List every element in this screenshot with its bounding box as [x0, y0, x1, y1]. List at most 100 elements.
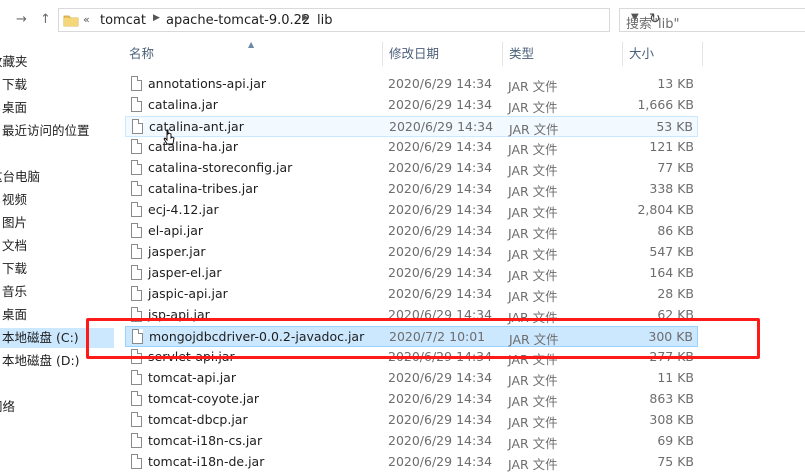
file-type: JAR 文件 — [509, 122, 559, 137]
file-size: 121 KB — [649, 139, 694, 154]
file-row[interactable]: tomcat-i18n-de.jar 2020/6/29 14:34 JAR 文件 7… — [125, 452, 698, 473]
breadcrumb-lib[interactable]: lib — [317, 13, 332, 28]
nav-recent[interactable]: 最近访问的位置 — [2, 121, 90, 141]
forward-arrow-icon[interactable]: → — [16, 12, 27, 27]
mouse-cursor-icon — [163, 129, 175, 150]
file-row[interactable]: ecj-4.12.jar 2020/6/29 14:34 JAR 文件 2,804 K… — [125, 200, 698, 221]
nav-music[interactable]: 音乐 — [2, 282, 27, 302]
file-name: annotations-api.jar — [148, 76, 266, 91]
file-row[interactable]: catalina-tribes.jar 2020/6/29 14:34 JAR 文件… — [125, 179, 698, 200]
file-type: JAR 文件 — [508, 415, 558, 430]
file-date: 2020/6/29 14:34 — [388, 223, 493, 238]
file-date: 2020/6/29 14:34 — [388, 265, 493, 280]
file-name: catalina-ha.jar — [148, 139, 238, 154]
file-row[interactable]: jaspic-api.jar 2020/6/29 14:34 JAR 文件 28 KB — [125, 284, 698, 305]
file-size: 164 KB — [649, 265, 694, 280]
file-icon — [131, 244, 142, 259]
file-size: 11 KB — [657, 370, 694, 385]
column-header-date[interactable]: 修改日期 — [384, 42, 503, 66]
file-row[interactable]: catalina-ant.jar 2020/6/29 14:34 JAR 文件 53 … — [125, 116, 698, 137]
nav-network[interactable]: 网络 — [0, 397, 15, 417]
breadcrumb-tomcat[interactable]: tomcat — [100, 13, 146, 28]
file-type: JAR 文件 — [508, 100, 558, 115]
file-size: 863 KB — [649, 391, 694, 406]
column-header-size[interactable]: 大小 — [624, 42, 703, 66]
nav-documents[interactable]: 文档 — [2, 236, 27, 256]
file-row[interactable]: catalina.jar 2020/6/29 14:34 JAR 文件 1,666 K… — [125, 95, 698, 116]
breadcrumb-overflow[interactable]: « — [83, 13, 90, 26]
file-type: JAR 文件 — [508, 226, 558, 241]
file-row[interactable]: catalina-ha.jar 2020/6/29 14:34 JAR 文件 121 … — [125, 137, 698, 158]
nav-downloads[interactable]: 下载 — [2, 75, 27, 95]
file-name: jasper.jar — [148, 244, 206, 259]
nav-desktop[interactable]: 桌面 — [2, 98, 27, 118]
file-icon — [131, 223, 142, 238]
file-name: tomcat-i18n-de.jar — [148, 454, 265, 469]
file-row[interactable]: tomcat-coyote.jar 2020/6/29 14:34 JAR 文件 86… — [125, 389, 698, 410]
file-icon — [131, 139, 142, 154]
nav-pictures[interactable]: 图片 — [2, 213, 27, 233]
file-size: 86 KB — [657, 223, 694, 238]
search-input[interactable]: 搜索"lib" — [619, 8, 805, 32]
file-icon — [131, 286, 142, 301]
file-row[interactable]: el-api.jar 2020/6/29 14:34 JAR 文件 86 KB — [125, 221, 698, 242]
nav-this-pc[interactable]: 这台电脑 — [0, 167, 40, 187]
file-row[interactable]: jasper-el.jar 2020/6/29 14:34 JAR 文件 164 KB — [125, 263, 698, 284]
file-size: 1,666 KB — [637, 97, 694, 112]
file-icon — [131, 454, 142, 469]
file-size: 69 KB — [657, 433, 694, 448]
address-bar[interactable]: « tomcat ▶ apache-tomcat-9.0.22 ▶ lib ▼ … — [58, 8, 661, 32]
file-size: 28 KB — [657, 286, 694, 301]
file-date: 2020/6/29 14:34 — [388, 370, 493, 385]
up-arrow-icon[interactable]: ↑ — [40, 12, 51, 27]
file-icon — [131, 265, 142, 280]
file-name: catalina-storeconfig.jar — [148, 160, 293, 175]
file-name: ecj-4.12.jar — [148, 202, 219, 217]
address-row: → ↑ « tomcat ▶ apache-tomcat-9.0.22 ▶ li… — [0, 0, 805, 42]
file-type: JAR 文件 — [508, 205, 558, 220]
file-date: 2020/6/29 14:34 — [388, 391, 493, 406]
nav-desktop-2[interactable]: 桌面 — [2, 305, 27, 325]
search-placeholder: 搜索"lib" — [626, 17, 680, 32]
file-row[interactable]: tomcat-api.jar 2020/6/29 14:34 JAR 文件 11 KB — [125, 368, 698, 389]
file-date: 2020/6/29 14:34 — [388, 286, 493, 301]
file-name: jaspic-api.jar — [148, 286, 228, 301]
file-icon — [131, 370, 142, 385]
nav-downloads-2[interactable]: 下载 — [2, 259, 27, 279]
file-type: JAR 文件 — [508, 79, 558, 94]
navigation-pane: 收藏夹 下载 桌面 最近访问的位置 这台电脑 视频 图片 文档 下载 音乐 桌面… — [0, 42, 118, 476]
nav-videos[interactable]: 视频 — [2, 190, 27, 210]
file-row[interactable]: tomcat-i18n-cs.jar 2020/6/29 14:34 JAR 文件 6… — [125, 431, 698, 452]
nav-drive-d[interactable]: 本地磁盘 (D:) — [2, 351, 80, 371]
file-date: 2020/6/29 14:34 — [388, 433, 493, 448]
file-type: JAR 文件 — [508, 163, 558, 178]
file-type: JAR 文件 — [508, 289, 558, 304]
column-header-type[interactable]: 类型 — [504, 42, 623, 66]
file-type: JAR 文件 — [508, 268, 558, 283]
file-icon — [131, 97, 142, 112]
file-name: tomcat-dbcp.jar — [148, 412, 248, 427]
file-row[interactable]: jasper.jar 2020/6/29 14:34 JAR 文件 547 KB — [125, 242, 698, 263]
file-type: JAR 文件 — [508, 394, 558, 409]
file-icon — [132, 119, 143, 134]
file-date: 2020/6/29 14:34 — [388, 202, 493, 217]
file-icon — [131, 391, 142, 406]
file-size: 338 KB — [649, 181, 694, 196]
breadcrumb-apache-tomcat[interactable]: apache-tomcat-9.0.22 — [166, 13, 310, 28]
column-header-name[interactable]: 名称 — [125, 42, 383, 66]
file-name: tomcat-coyote.jar — [148, 391, 260, 406]
file-size: 75 KB — [657, 454, 694, 469]
file-date: 2020/6/29 14:34 — [388, 454, 493, 469]
nav-favorites[interactable]: 收藏夹 — [0, 52, 28, 72]
file-date: 2020/6/29 14:34 — [388, 244, 493, 259]
file-name: catalina.jar — [148, 97, 218, 112]
file-icon — [131, 181, 142, 196]
file-date: 2020/6/29 14:34 — [388, 97, 493, 112]
file-row[interactable]: catalina-storeconfig.jar 2020/6/29 14:34 J… — [125, 158, 698, 179]
chevron-right-icon[interactable]: ▶ — [302, 13, 309, 23]
file-date: 2020/6/29 14:34 — [388, 76, 493, 91]
file-row[interactable]: annotations-api.jar 2020/6/29 14:34 JAR 文件… — [125, 74, 698, 95]
file-size: 308 KB — [649, 412, 694, 427]
chevron-right-icon[interactable]: ▶ — [153, 13, 160, 23]
file-row[interactable]: tomcat-dbcp.jar 2020/6/29 14:34 JAR 文件 308 … — [125, 410, 698, 431]
